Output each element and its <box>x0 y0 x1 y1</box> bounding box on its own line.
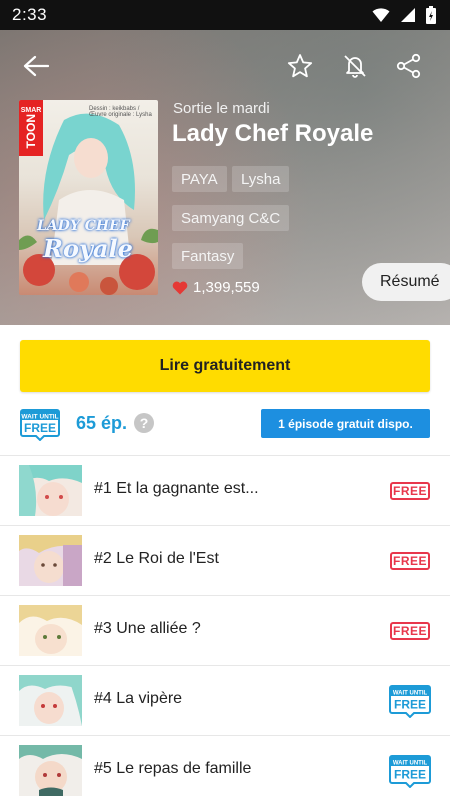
cover-title: LADY CHEF Royale <box>37 218 133 263</box>
series-title: Lady Chef Royale <box>172 120 374 147</box>
episode-title: #4 La vipère <box>94 690 183 707</box>
episode-row-4[interactable]: #4 La vipère WAIT UNTIL FREE <box>0 665 450 735</box>
free-episode-available-button[interactable]: 1 épisode gratuit dispo. <box>261 409 430 438</box>
battery-icon <box>426 6 436 24</box>
tag-author-paya[interactable]: PAYA <box>172 166 227 192</box>
svg-text:FREE: FREE <box>24 421 56 435</box>
top-bar <box>0 44 450 88</box>
series-hero: SMAR TOON Dessin : keikbabs / Œuvre orig… <box>0 30 450 325</box>
cover-image: SMAR TOON Dessin : keikbabs / Œuvre orig… <box>19 100 158 295</box>
smartoon-logo: SMAR TOON <box>19 100 43 156</box>
tag-genre[interactable]: Fantasy <box>172 243 244 269</box>
wait-until-free-icon: WAIT UNTIL FREE <box>20 409 60 441</box>
status-time: 2:33 <box>12 5 48 24</box>
notifications-toggle[interactable] <box>333 44 377 88</box>
help-icon[interactable]: ? <box>134 413 154 433</box>
episode-row-1[interactable]: #1 Et la gagnante est... FREE <box>0 455 450 525</box>
bell-off-icon <box>344 55 366 78</box>
free-badge: FREE <box>390 482 430 500</box>
svg-text:WAIT UNTIL: WAIT UNTIL <box>21 414 58 421</box>
tag-publisher[interactable]: Samyang C&C <box>172 205 290 231</box>
read-free-button[interactable]: Lire gratuitement <box>20 340 430 392</box>
episode-thumbnail <box>19 605 82 656</box>
summary-button[interactable]: Résumé <box>362 263 450 301</box>
episode-title: #2 Le Roi de l'Est <box>94 550 219 567</box>
cover-credits: Dessin : keikbabs / Œuvre originale : Ly… <box>89 106 152 118</box>
svg-text:WAIT UNTIL: WAIT UNTIL <box>393 761 428 767</box>
wait-until-free-badge: WAIT UNTIL FREE <box>389 685 431 718</box>
release-day: Sortie le mardi <box>173 100 270 117</box>
svg-text:WAIT UNTIL: WAIT UNTIL <box>393 691 428 697</box>
likes-count: 1,399,559 <box>193 279 260 296</box>
episode-thumbnail <box>19 465 82 516</box>
episode-thumbnail <box>19 745 82 796</box>
episode-title: #3 Une alliée ? <box>94 620 201 637</box>
svg-text:FREE: FREE <box>394 768 426 782</box>
favorite-button[interactable] <box>278 44 322 88</box>
share-button[interactable] <box>387 44 431 88</box>
episode-thumbnail <box>19 675 82 726</box>
episode-count: 65 ép. <box>76 413 128 433</box>
back-button[interactable] <box>14 44 58 88</box>
back-arrow-icon <box>23 55 49 77</box>
tag-author-lysha[interactable]: Lysha <box>232 166 290 192</box>
episode-list: #1 Et la gagnante est... FREE #2 Le Roi … <box>0 455 450 800</box>
free-badge: FREE <box>390 552 430 570</box>
episode-row-3[interactable]: #3 Une alliée ? FREE <box>0 595 450 665</box>
wait-until-free-badge: WAIT UNTIL FREE <box>389 755 431 788</box>
status-icons <box>372 6 436 24</box>
svg-text:FREE: FREE <box>394 698 426 712</box>
likes-counter: 1,399,559 <box>172 279 260 296</box>
episode-row-2[interactable]: #2 Le Roi de l'Est FREE <box>0 525 450 595</box>
episode-title: #1 Et la gagnante est... <box>94 480 259 497</box>
wifi-icon <box>372 8 390 22</box>
episode-title: #5 Le repas de famille <box>94 760 252 777</box>
status-bar: 2:33 <box>0 0 450 30</box>
signal-icon <box>401 8 415 22</box>
episode-row-5[interactable]: #5 Le repas de famille WAIT UNTIL FREE <box>0 735 450 800</box>
episode-thumbnail <box>19 535 82 586</box>
star-icon <box>287 54 313 78</box>
free-badge: FREE <box>390 622 430 640</box>
heart-icon <box>172 281 188 294</box>
share-icon <box>396 53 421 79</box>
